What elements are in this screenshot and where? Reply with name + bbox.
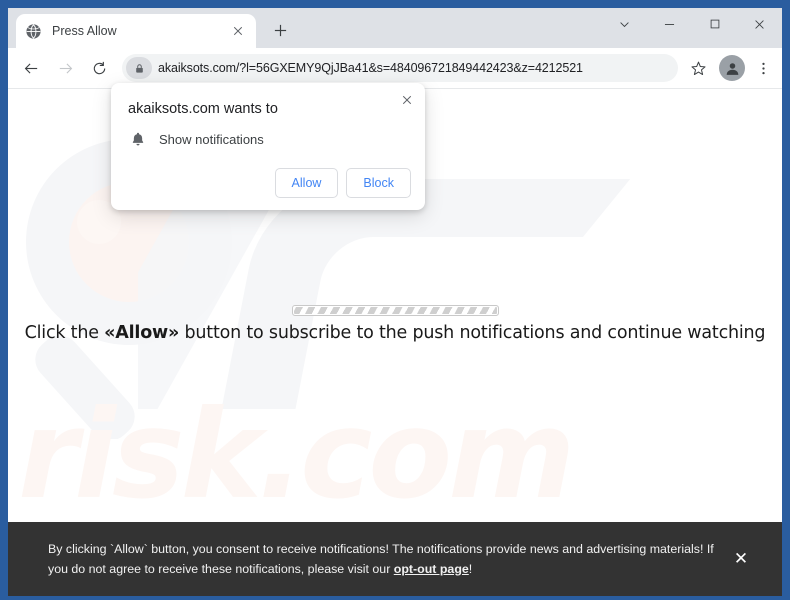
three-dot-menu-icon[interactable] (752, 54, 774, 82)
profile-avatar[interactable] (719, 55, 745, 81)
dialog-actions: Allow Block (274, 168, 411, 198)
star-icon[interactable] (684, 54, 712, 82)
progress-bar-container (8, 305, 782, 316)
maximize-icon[interactable] (692, 8, 737, 40)
consent-banner-text: By clicking `Allow` button, you consent … (48, 539, 718, 579)
dialog-close-icon[interactable] (395, 88, 419, 112)
tab-title: Press Allow (52, 24, 117, 38)
opt-out-link[interactable]: opt-out page (394, 562, 469, 576)
tab-close-icon[interactable] (229, 22, 247, 40)
tab-strip: Press Allow (8, 8, 782, 48)
dialog-permission-label: Show notifications (159, 131, 264, 147)
page-instruction-message: Click the «Allow» button to subscribe to… (8, 323, 782, 343)
back-button[interactable] (16, 53, 46, 83)
loading-progress-bar (291, 305, 499, 316)
dialog-permission-row: Show notifications (128, 129, 264, 149)
allow-button[interactable]: Allow (274, 168, 339, 198)
address-bar[interactable]: akaiksots.com/?l=56GXEMY9QjJBa41&s=48409… (122, 54, 678, 82)
consent-text-after: ! (468, 562, 473, 576)
block-button[interactable]: Block (346, 168, 411, 198)
message-prefix: Click the (24, 323, 105, 343)
chevron-down-icon[interactable] (602, 8, 647, 40)
dialog-title: akaiksots.com wants to (128, 101, 278, 117)
notification-permission-dialog: akaiksots.com wants to Show notification… (111, 83, 425, 210)
lock-icon[interactable] (126, 57, 152, 79)
forward-button (50, 53, 80, 83)
bell-icon (128, 129, 148, 149)
browser-tab[interactable]: Press Allow (16, 14, 256, 48)
message-highlight: «Allow» (104, 323, 180, 343)
address-bar-url: akaiksots.com/?l=56GXEMY9QjJBa41&s=48409… (158, 61, 583, 75)
close-window-icon[interactable] (737, 8, 782, 40)
consent-text-before: By clicking `Allow` button, you consent … (48, 541, 714, 576)
consent-banner: By clicking `Allow` button, you consent … (8, 522, 782, 596)
browser-toolbar: akaiksots.com/?l=56GXEMY9QjJBa41&s=48409… (8, 48, 782, 88)
risk-watermark-text: risk.com (18, 384, 575, 526)
minimize-icon[interactable] (647, 8, 692, 40)
globe-icon (25, 23, 42, 40)
window-controls (602, 8, 782, 48)
reload-button[interactable] (84, 53, 114, 83)
new-tab-button[interactable] (266, 16, 294, 44)
message-suffix: button to subscribe to the push notifica… (179, 323, 766, 343)
banner-close-icon[interactable]: ✕ (728, 546, 754, 572)
browser-window: Press Allow akaiksots.com/?l=56GXEMY9QjJ… (0, 0, 790, 600)
